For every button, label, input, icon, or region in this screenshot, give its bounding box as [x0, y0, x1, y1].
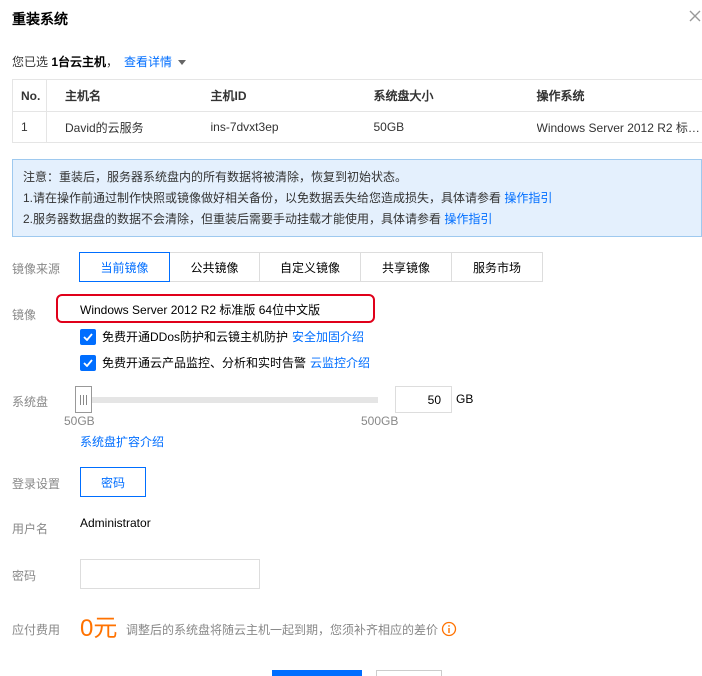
table-cell: 50GB [373, 120, 405, 134]
login-settings-label: 登录设置 [12, 477, 61, 491]
table-cell: David的云服务 [65, 120, 144, 135]
image-source-tabs: 当前镜像 公共镜像 自定义镜像 共享镜像 服务市场 [79, 252, 543, 282]
table-cell: Windows Server 2012 R2 标准版 64位中文版 [536, 120, 702, 135]
image-name: Windows Server 2012 R2 标准版 64位中文版 [80, 303, 321, 317]
monitoring-intro-link[interactable]: 云监控介绍 [310, 354, 370, 371]
notice-line: 注意：重装后，服务器系统盘内的所有数据将被清除，恢复到初始状态。 [23, 170, 408, 184]
cancel-button[interactable] [376, 670, 442, 676]
security-intro-link[interactable]: 安全加固介绍 [292, 328, 364, 345]
price-note: 调整后的系统盘将随云主机一起到期，您须补齐相应的差价 [126, 623, 439, 637]
notice-text: 2.服务器数据盘的数据不会清除，但重装后需要手动挂载才能使用，具体请参看 [23, 212, 445, 226]
username-label: 用户名 [12, 522, 49, 536]
image-label: 镜像 [12, 308, 37, 322]
password-login-button[interactable]: 密码 [80, 467, 146, 497]
table-header: No. [12, 79, 47, 112]
checkbox[interactable] [80, 328, 96, 345]
disk-unit: GB [456, 392, 474, 406]
tab-current-image[interactable]: 当前镜像 [79, 252, 170, 282]
selection-summary: 您已选 1台云主机， 查看详情 [12, 53, 187, 70]
check-icon [83, 332, 93, 341]
fee-label: 应付费用 [12, 623, 61, 637]
tab-marketplace[interactable]: 服务市场 [451, 252, 543, 282]
notice-line: 2.服务器数据盘的数据不会清除，但重装后需要手动挂载才能使用，具体请参看 操作指… [23, 209, 691, 230]
dialog-title: 重装系统 [12, 11, 68, 27]
disk-size-input[interactable] [395, 386, 452, 413]
guide-link[interactable]: 操作指引 [444, 212, 492, 226]
disk-slider-handle[interactable] [75, 386, 92, 413]
table-header: 操作系统 [536, 79, 702, 112]
table-row: 1 David的云服务 ins-7dvxt3ep 50GB Windows Se… [12, 111, 702, 143]
selection-suffix: ， [106, 55, 119, 69]
selection-count: 1台云主机 [51, 55, 107, 69]
monitoring-option: 免费开通云产品监控、分析和实时告警 云监控介绍 [80, 354, 370, 371]
info-icon[interactable] [441, 621, 457, 637]
disk-slider-track[interactable] [80, 397, 378, 403]
confirm-button[interactable] [272, 670, 362, 676]
tab-custom-image[interactable]: 自定义镜像 [259, 252, 361, 282]
caret-down-icon[interactable] [178, 60, 187, 66]
username-value: Administrator [80, 516, 151, 530]
check-icon [83, 358, 93, 367]
option-text: 免费开通DDos防护和云镜主机防护 [102, 330, 289, 344]
notice-line: 1.请在操作前通过制作快照或镜像做好相关备份，以免数据丢失给您造成损失，具体请参… [23, 188, 691, 209]
disk-expand-link[interactable]: 系统盘扩容介绍 [80, 433, 164, 450]
host-table: No. 主机名 主机ID 系统盘大小 操作系统 1 David的云服务 ins-… [12, 79, 702, 143]
option-text: 免费开通云产品监控、分析和实时告警 [102, 356, 307, 370]
price-amount: 0元 [80, 615, 118, 642]
guide-link[interactable]: 操作指引 [504, 191, 552, 205]
tab-public-image[interactable]: 公共镜像 [169, 252, 260, 282]
notice-text: 1.请在操作前通过制作快照或镜像做好相关备份，以免数据丢失给您造成损失，具体请参… [23, 191, 505, 205]
warning-notice: 注意：重装后，服务器系统盘内的所有数据将被清除，恢复到初始状态。 1.请在操作前… [12, 159, 702, 237]
system-disk-label: 系统盘 [12, 395, 49, 409]
table-header: 主机名 [46, 79, 211, 112]
close-icon[interactable] [688, 9, 702, 23]
tab-shared-image[interactable]: 共享镜像 [360, 252, 452, 282]
slider-min-label: 50GB [64, 414, 95, 428]
selection-prefix: 您已选 [12, 55, 52, 69]
password-label: 密码 [12, 569, 37, 583]
checkbox[interactable] [80, 354, 96, 371]
slider-max-label: 500GB [361, 414, 399, 428]
image-source-label: 镜像来源 [12, 262, 61, 276]
table-header: 主机ID [210, 79, 374, 112]
view-details-link[interactable]: 查看详情 [124, 55, 172, 69]
table-header-row: No. 主机名 主机ID 系统盘大小 操作系统 [12, 79, 702, 112]
table-cell: 1 [12, 111, 47, 143]
ddos-protection-option: 免费开通DDos防护和云镜主机防护 安全加固介绍 [80, 328, 364, 345]
table-header: 系统盘大小 [373, 79, 537, 112]
table-cell: ins-7dvxt3ep [210, 120, 279, 134]
password-input[interactable] [80, 559, 260, 589]
